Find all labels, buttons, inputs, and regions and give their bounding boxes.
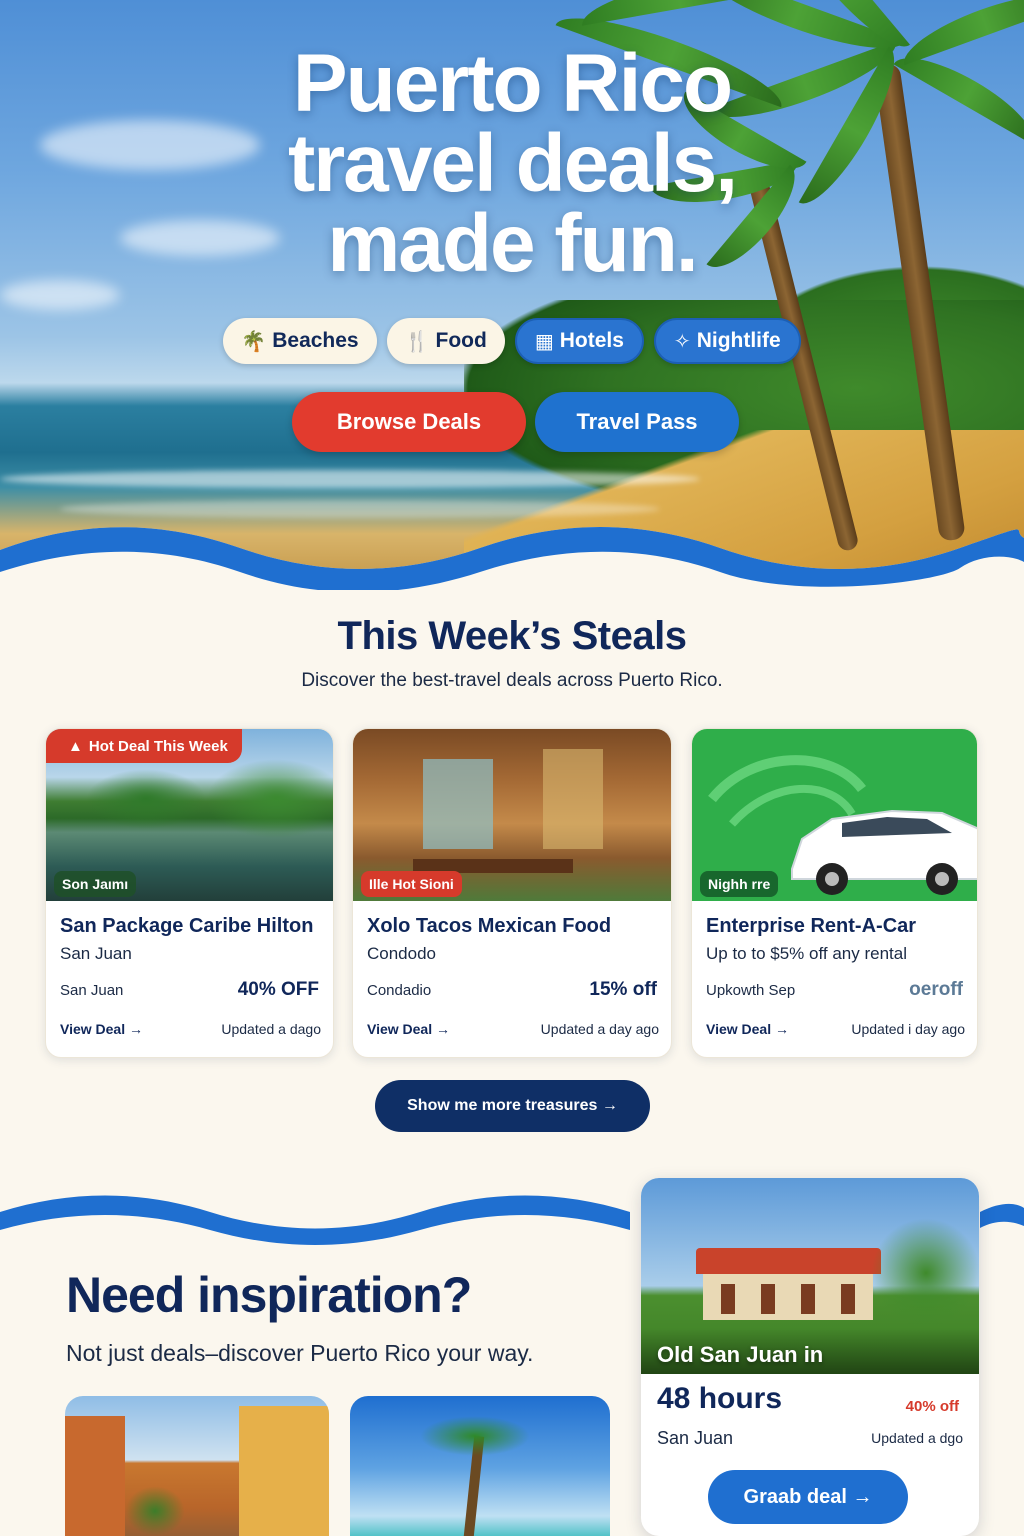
deal-location: San Juan	[60, 982, 124, 999]
image-tag: Ille Hot Sioni	[361, 871, 462, 897]
inspiration-card-old-san-juan[interactable]	[65, 1396, 329, 1536]
chip-hotels[interactable]: ▦ Hotels	[514, 318, 644, 364]
palm-tree-icon: 🌴	[241, 330, 267, 353]
view-deal-link[interactable]: View Deal →	[60, 1021, 143, 1037]
chip-nightlife[interactable]: ✧ Nightlife	[653, 318, 801, 364]
chip-label: Nightlife	[696, 329, 781, 352]
featured-updated: Updated a dgo	[871, 1430, 963, 1446]
inspiration-subtitle: Not just deals–discover Puerto Rico your…	[66, 1340, 534, 1366]
featured-caption: Old San Juan in	[657, 1342, 824, 1367]
hero-title: Puerto Rico travel deals, made fun.	[0, 38, 1024, 289]
deal-card[interactable]: ▲ Hot Deal This Week Son Jaımı San Packa…	[45, 728, 334, 1058]
view-deal-link[interactable]: View Deal →	[367, 1021, 450, 1037]
chip-label: Hotels	[559, 329, 624, 352]
chip-food[interactable]: 🍴 Food	[386, 318, 505, 364]
hot-deal-ribbon: ▲ Hot Deal This Week	[46, 729, 242, 763]
inspiration-card-beach[interactable]	[350, 1396, 610, 1536]
section-subtitle: Discover the best-travel deals across Pu…	[301, 670, 723, 691]
chip-label: Food	[435, 329, 487, 352]
deal-discount: 15% off	[589, 979, 657, 1000]
featured-headline: 48 hours	[657, 1382, 783, 1415]
category-chips: 🌴 Beaches 🍴 Food ▦ Hotels ✧ Nightlife	[0, 318, 1024, 364]
deal-location: Condadio	[367, 982, 432, 999]
featured-location: San Juan	[657, 1428, 734, 1448]
food-icon: 🍴	[404, 330, 430, 353]
deal-title: Enterprise Rent-A-Car	[706, 915, 917, 937]
hero-banner: Puerto Rico travel deals, made fun. 🌴 Be…	[0, 0, 1024, 580]
show-more-button[interactable]: Show me more treasures →	[375, 1080, 650, 1132]
deal-subtitle: Condodo	[367, 944, 437, 963]
travel-pass-button[interactable]: Travel Pass	[535, 392, 739, 452]
image-tag: Son Jaımı	[54, 871, 137, 897]
deal-location: Upkowth Sep	[706, 982, 796, 999]
ribbon-label: Hot Deal This Week	[88, 737, 228, 755]
fire-icon: ▲	[68, 737, 83, 755]
deal-discount: oeroff	[909, 979, 963, 1000]
deal-title: Xolo Tacos Mexican Food	[367, 915, 612, 937]
hotel-icon: ▦	[534, 330, 554, 353]
grab-deal-button[interactable]: Graab deal →	[708, 1470, 908, 1524]
featured-deal-card[interactable]: Old San Juan in 48 hours 40% off San Jua…	[641, 1178, 979, 1536]
deal-discount: 40% OFF	[237, 979, 319, 1000]
section-title: This Week’s Steals	[337, 614, 687, 658]
hero-title-line: made fun.	[327, 198, 698, 289]
view-deal-link[interactable]: View Deal →	[706, 1021, 789, 1037]
chip-label: Beaches	[272, 329, 359, 352]
deal-subtitle: Up to to $5% off any rental	[706, 944, 907, 963]
featured-discount: 40% off	[905, 1398, 959, 1415]
deal-updated: Updated a dago	[221, 1021, 321, 1037]
chip-beaches[interactable]: 🌴 Beaches	[223, 318, 377, 364]
deal-updated: Updated i day ago	[851, 1021, 965, 1037]
browse-deals-button[interactable]: Browse Deals	[292, 392, 526, 452]
image-tag: Nighh rre	[700, 871, 779, 897]
hero-title-line: travel deals,	[287, 118, 738, 209]
deal-updated: Updated a day ago	[540, 1021, 659, 1037]
hero-title-line: Puerto Rico	[292, 38, 733, 129]
inspiration-title: Need inspiration?	[66, 1267, 472, 1323]
deal-title: San Package Caribe Hilton	[60, 915, 314, 937]
deal-card[interactable]: Ille Hot Sioni Xolo Tacos Mexican Food C…	[352, 728, 672, 1058]
deal-subtitle: San Juan	[60, 944, 132, 963]
nightlife-icon: ✧	[673, 330, 691, 353]
wave-divider	[0, 527, 1024, 590]
deal-card[interactable]: Nighh rre Enterprise Rent-A-Car Up to to…	[691, 728, 978, 1058]
